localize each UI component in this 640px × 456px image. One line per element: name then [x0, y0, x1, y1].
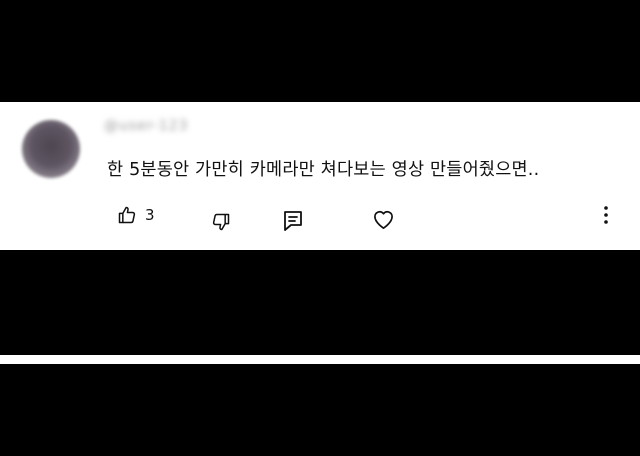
- comment-username[interactable]: @user-123: [104, 118, 188, 134]
- heart-icon: [372, 209, 395, 230]
- thumbs-down-icon: [211, 212, 231, 232]
- avatar[interactable]: [22, 120, 80, 178]
- like-count: 3: [145, 206, 155, 224]
- reply-button[interactable]: [283, 210, 303, 232]
- comment-text: 한 5분동안 가만히 카메라만 쳐다보는 영상 만들어줬으면..: [107, 160, 540, 180]
- middle-black-band: [0, 250, 640, 355]
- more-button[interactable]: [600, 205, 612, 225]
- reply-icon: [283, 210, 303, 232]
- bottom-black-band: [0, 364, 640, 456]
- top-black-band: [0, 0, 640, 102]
- more-vertical-icon: [600, 205, 612, 225]
- heart-button[interactable]: [372, 209, 395, 230]
- white-divider-strip: [0, 355, 640, 364]
- dislike-button[interactable]: [211, 212, 231, 232]
- like-button[interactable]: 3: [117, 205, 155, 225]
- thumbs-up-icon: [117, 205, 137, 225]
